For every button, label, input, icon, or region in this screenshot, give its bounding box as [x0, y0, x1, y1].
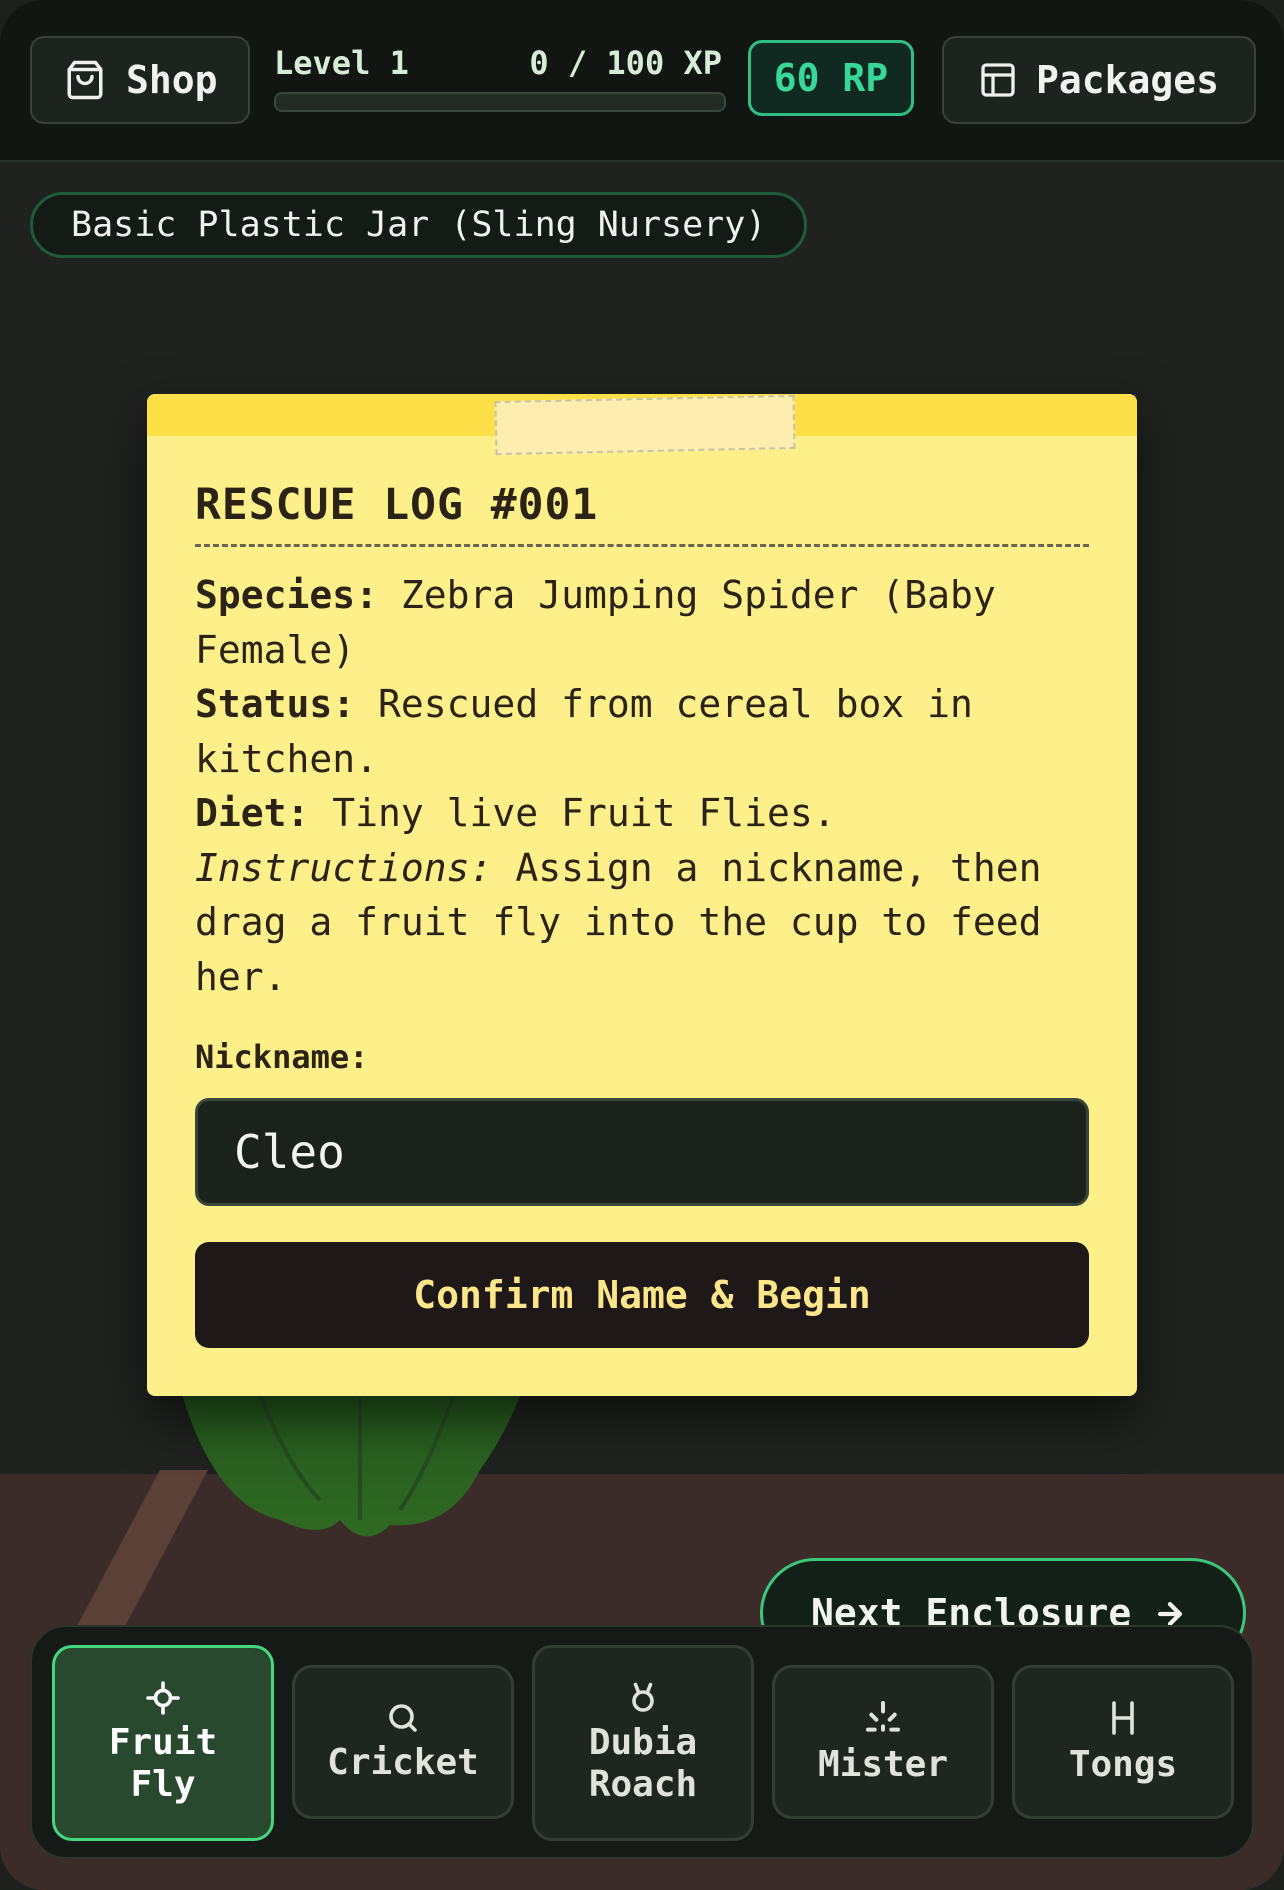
spray-icon	[866, 1701, 900, 1732]
diet-line: Diet: Tiny live Fruit Flies.	[195, 786, 1089, 841]
divider	[195, 544, 1089, 547]
tool-dubia-roach[interactable]: Dubia Roach	[532, 1645, 754, 1841]
packages-button[interactable]: Packages	[942, 36, 1256, 124]
species-line: Species: Zebra Jumping Spider (Baby Fema…	[195, 568, 1089, 677]
tool-fruit-fly[interactable]: Fruit Fly	[52, 1645, 274, 1841]
instructions-label: Instructions:	[195, 845, 493, 890]
rescue-log-details: Species: Zebra Jumping Spider (Baby Fema…	[195, 568, 1089, 1004]
tool-mister[interactable]: Mister	[772, 1665, 994, 1819]
tool-cricket[interactable]: Cricket	[292, 1665, 514, 1819]
tongs-icon	[1112, 1701, 1134, 1735]
xp-label: 0 / 100 XP	[529, 44, 722, 82]
rp-badge: 60 RP	[748, 40, 914, 116]
game-screen: Shop Level 1 0 / 100 XP 60 RP Packages B…	[0, 0, 1284, 1890]
shopping-bag-icon	[67, 60, 103, 100]
tool-label: Roach	[588, 1764, 698, 1805]
rescue-log-title: RESCUE LOG #001	[195, 480, 599, 530]
crosshair-icon	[146, 1681, 180, 1715]
tool-tongs[interactable]: Tongs	[1012, 1665, 1234, 1819]
shop-label: Shop	[126, 58, 218, 102]
nickname-label: Nickname:	[195, 1038, 369, 1076]
roach-icon	[632, 1682, 654, 1712]
enclosure-name-pill: Basic Plastic Jar (Sling Nursery)	[30, 192, 808, 258]
package-icon	[981, 63, 1015, 97]
instructions-line: Instructions: Assign a nickname, then dr…	[195, 841, 1089, 1005]
tape-decor	[494, 394, 796, 456]
status-line: Status: Rescued from cereal box in kitch…	[195, 677, 1089, 786]
tool-label: Cricket	[327, 1742, 479, 1783]
confirm-name-button[interactable]: Confirm Name & Begin	[195, 1242, 1089, 1348]
shop-button[interactable]: Shop	[30, 36, 250, 124]
level-label: Level 1	[274, 44, 409, 82]
packages-label: Packages	[1036, 58, 1220, 102]
status-label: Status:	[195, 682, 356, 726]
tool-label: Mister	[817, 1744, 949, 1785]
tool-label: Dubia	[588, 1722, 698, 1763]
cricket-icon	[389, 1704, 417, 1732]
top-bar: Shop Level 1 0 / 100 XP 60 RP Packages	[0, 0, 1284, 162]
tool-label: Tongs	[1068, 1744, 1178, 1785]
species-label: Species:	[195, 573, 379, 617]
nickname-input[interactable]	[195, 1098, 1089, 1206]
diet-label: Diet:	[195, 791, 310, 835]
diet-value: Tiny live Fruit Flies.	[332, 791, 836, 835]
xp-progress-bar	[274, 92, 726, 112]
feeding-toolbar: Fruit Fly Cricket Dubia Roach Mister Ton…	[30, 1625, 1254, 1859]
tool-label: Fruit	[108, 1722, 218, 1763]
rescue-log-card: RESCUE LOG #001 Species: Zebra Jumping S…	[147, 394, 1137, 1396]
tool-label: Fly	[130, 1764, 196, 1805]
